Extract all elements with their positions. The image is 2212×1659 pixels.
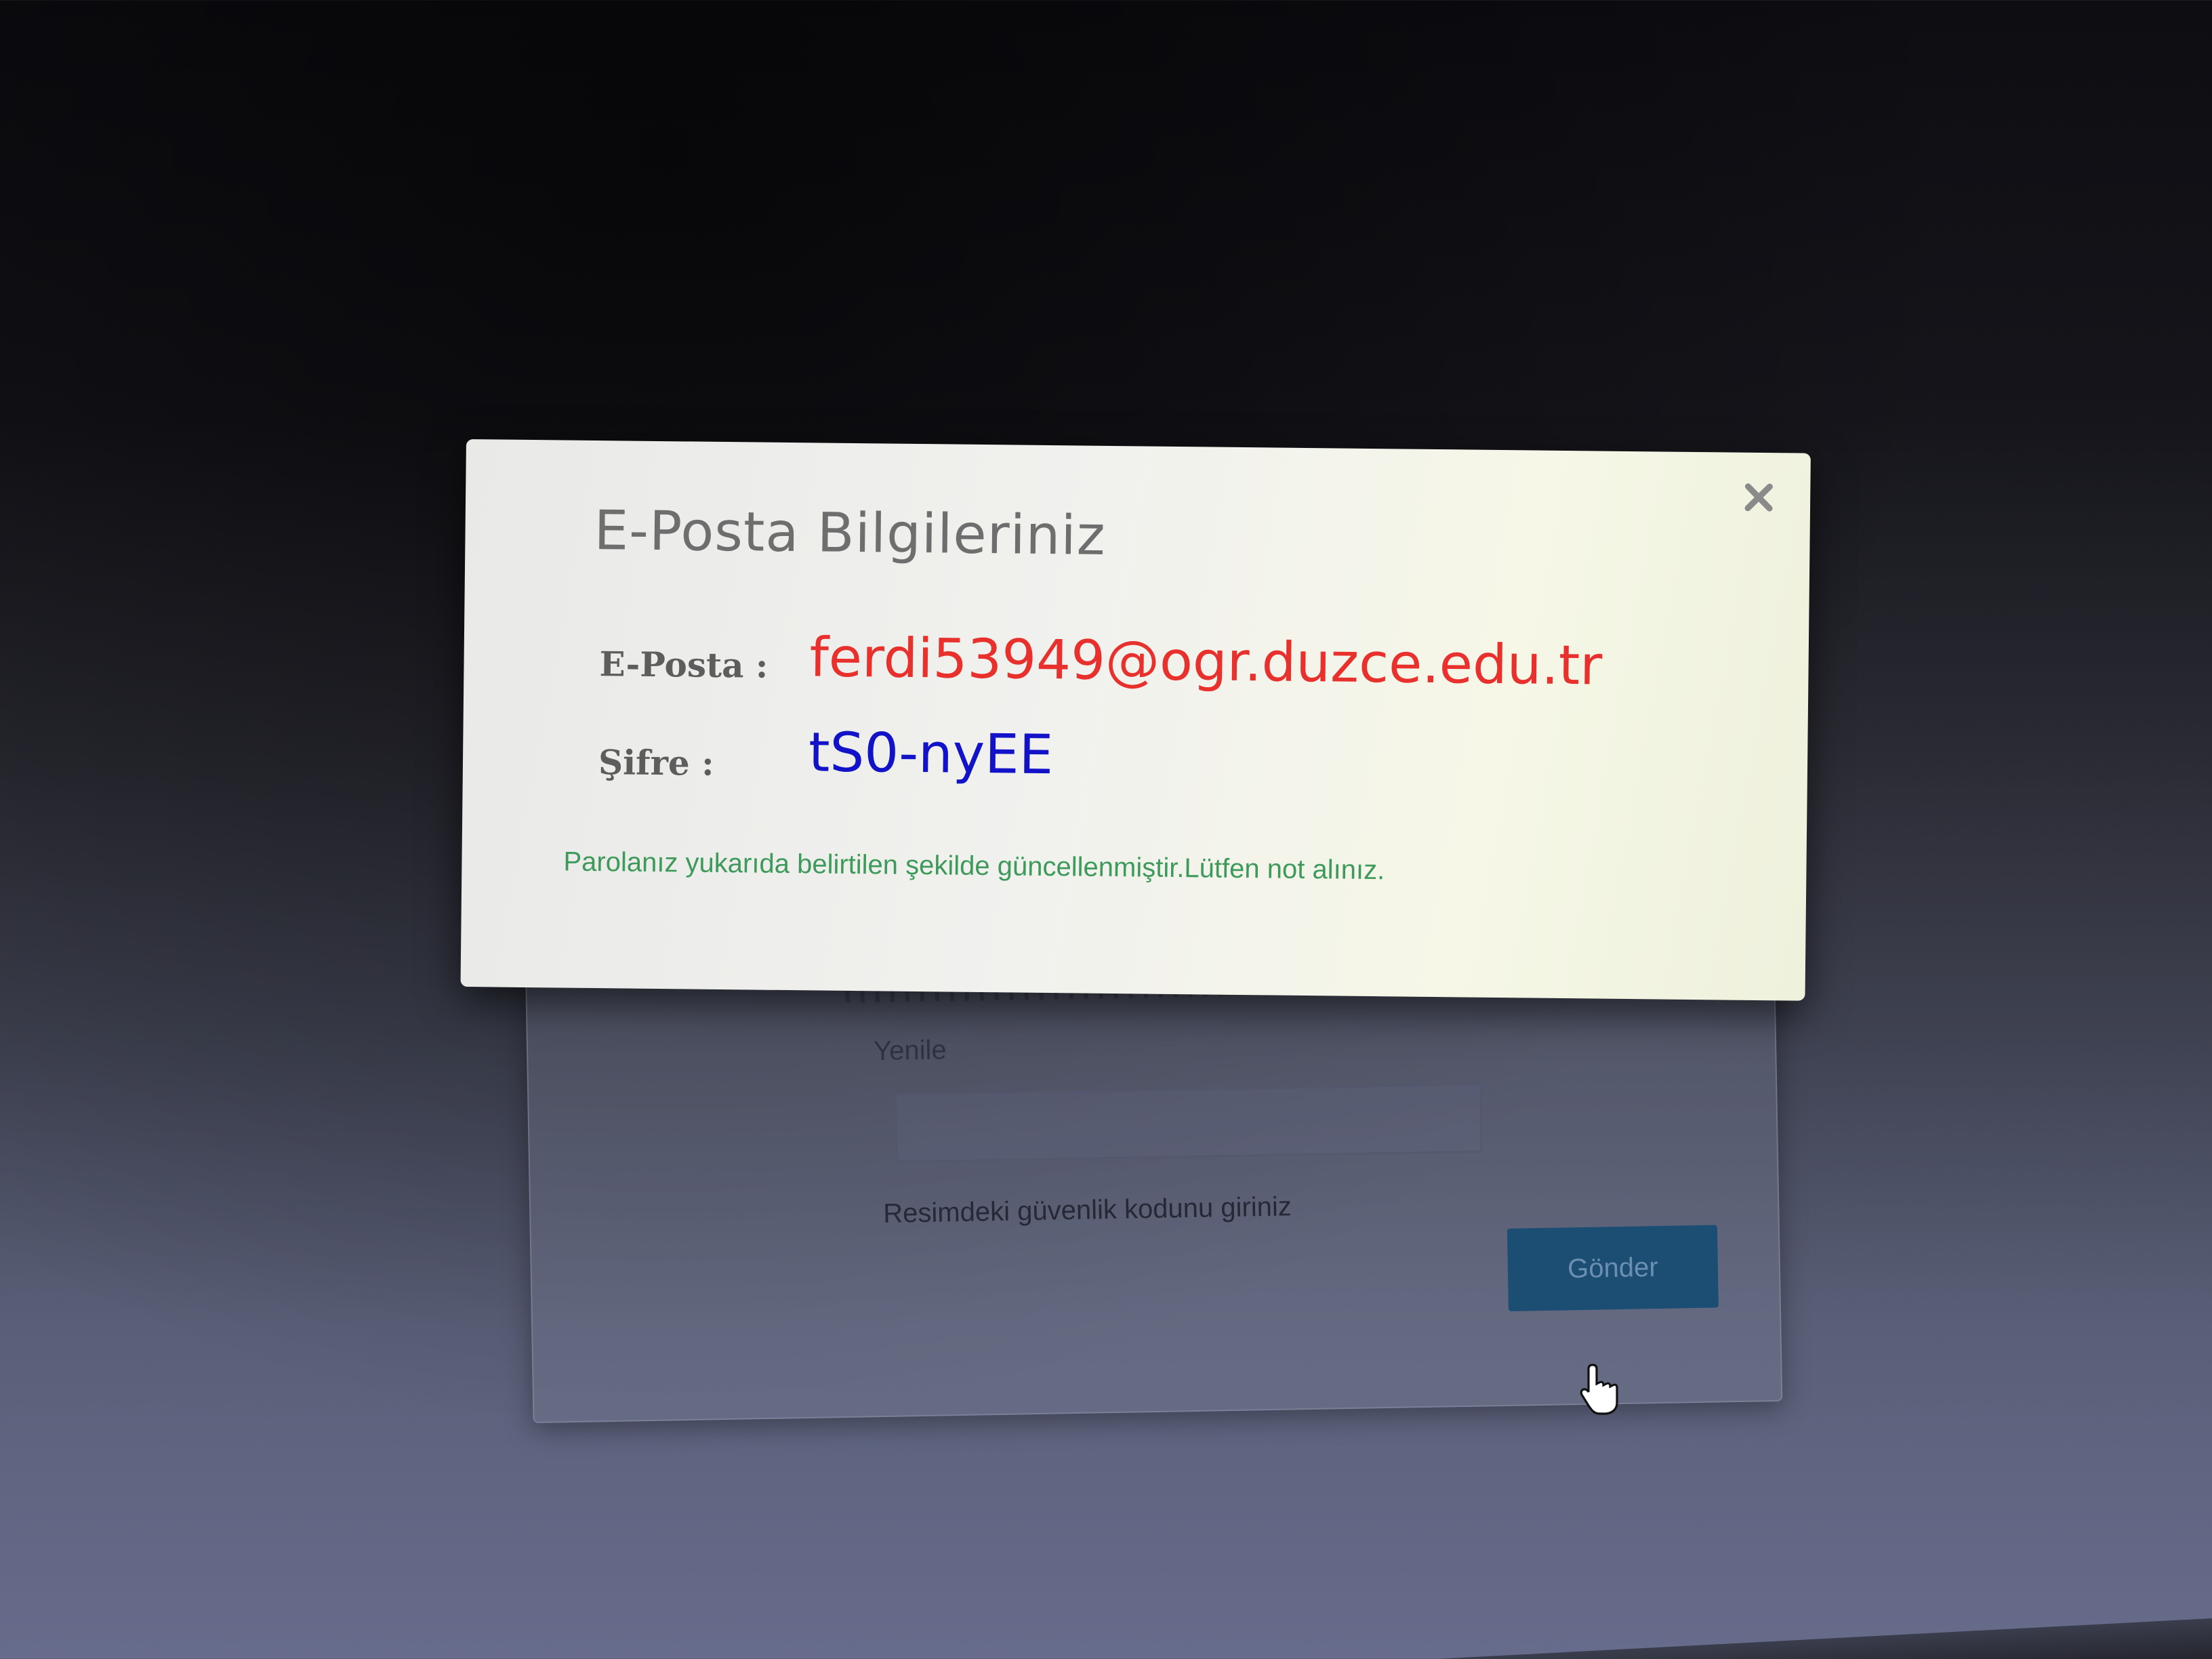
password-label: Şifre : [598, 742, 714, 783]
email-value: ferdi53949@ogr.duzce.edu.tr [809, 626, 1603, 697]
send-button[interactable]: Gönder [1507, 1225, 1719, 1311]
dialog-title: E-Posta Bilgileriniz [594, 498, 1107, 567]
hand-pointer-icon [1580, 1364, 1618, 1415]
close-icon [1744, 483, 1773, 512]
password-value: tS0-nyEE [808, 720, 1054, 787]
email-label: E-Posta : [599, 644, 769, 686]
refresh-captcha-link[interactable]: Yenile [874, 1035, 947, 1067]
email-info-dialog: E-Posta Bilgileriniz E-Posta : ferdi5394… [460, 439, 1811, 1001]
security-code-input[interactable] [895, 1083, 1483, 1163]
security-code-hint: Resimdeki güvenlik kodunu giriniz [882, 1191, 1292, 1229]
password-updated-notice: Parolanız yukarıda belirtilen şekilde gü… [563, 846, 1385, 886]
monitor-bezel [1195, 1618, 2212, 1659]
close-button[interactable] [1738, 477, 1780, 518]
